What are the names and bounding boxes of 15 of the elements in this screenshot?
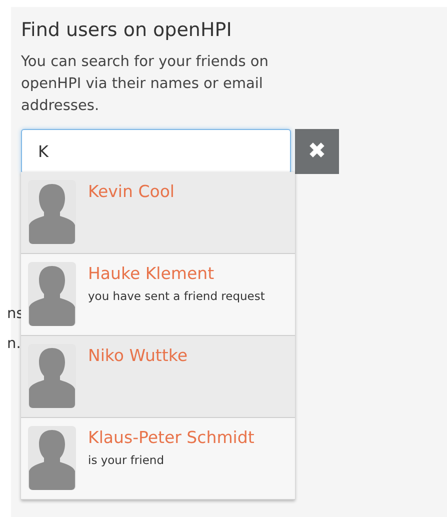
description-text: You can search for your friends on openHPI via their names or email addresses. xyxy=(21,53,270,116)
clear-button[interactable]: ✖ xyxy=(295,129,339,174)
partial-text: n. xyxy=(7,335,22,354)
friend-status: you have sent a friend request xyxy=(88,289,265,303)
user-name: Klaus-Peter Schmidt xyxy=(88,428,254,447)
user-result[interactable]: Klaus-Peter Schmidt is your friend xyxy=(21,418,295,500)
page-heading: Find users on openHPI xyxy=(21,18,233,43)
user-result[interactable]: Hauke Klement you have sent a friend request xyxy=(21,254,295,336)
user-name: Hauke Klement xyxy=(88,264,216,283)
user-name: Niko Wuttke xyxy=(88,346,188,365)
avatar-icon xyxy=(28,262,76,326)
user-name: Kevin Cool xyxy=(88,182,174,201)
avatar-icon xyxy=(28,426,76,490)
friend-status: is your friend xyxy=(88,453,165,467)
search-field[interactable]: K xyxy=(21,129,291,174)
